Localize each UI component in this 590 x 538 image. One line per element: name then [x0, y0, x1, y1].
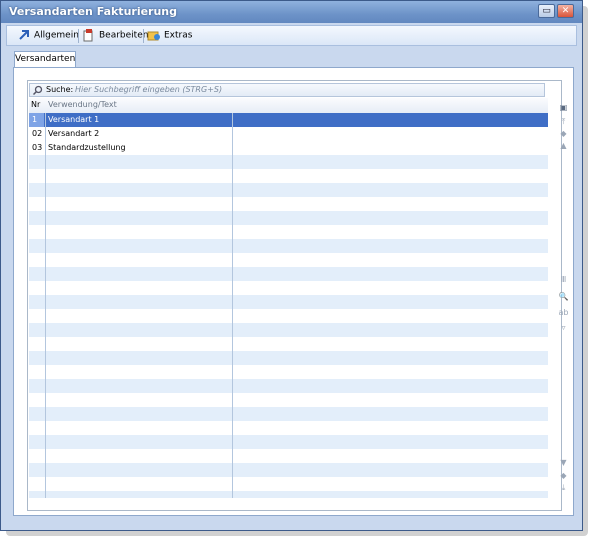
toolbar-separator [143, 29, 144, 43]
search-label: Suche: [46, 85, 74, 94]
search-icon [32, 85, 43, 96]
empty-table-row [29, 267, 548, 281]
close-button[interactable]: ✕ [557, 4, 574, 18]
empty-table-row [29, 407, 548, 421]
toolbar-separator [78, 29, 79, 43]
column-header-nr[interactable]: Nr [31, 100, 40, 109]
empty-table-row [29, 365, 548, 379]
empty-table-row [29, 183, 548, 197]
empty-table-row [29, 155, 548, 169]
status-bar [6, 518, 577, 528]
empty-table-row [29, 351, 548, 365]
empty-table-row [29, 239, 548, 253]
toolbar-extras-label: Extras [164, 30, 193, 41]
empty-table-row [29, 323, 548, 337]
empty-table-row [29, 421, 548, 435]
table-row[interactable]: 1 Versandart 1 [29, 113, 548, 127]
table-row[interactable]: 02 Versandart 2 [29, 127, 548, 141]
empty-table-row [29, 491, 548, 498]
extras-icon [147, 31, 160, 41]
search-bar[interactable]: Suche: Hier Suchbegriff eingeben (STRG+S… [29, 83, 545, 97]
grid-options-icon[interactable]: ▣ [558, 102, 569, 113]
empty-table-row [29, 281, 548, 295]
empty-table-row [29, 295, 548, 309]
restore-button[interactable]: ▭ [538, 4, 555, 18]
empty-table-row [29, 379, 548, 393]
next-page-icon[interactable]: ◆ [558, 470, 569, 481]
filter-icon[interactable]: ▿ [558, 322, 569, 333]
zoom-icon[interactable]: 🔍 [558, 291, 569, 302]
toolbar-allgemein-button[interactable]: Allgemein [17, 28, 79, 43]
toolbar-bearbeiten-label: Bearbeiten [99, 30, 149, 41]
grid-side-toolbar: ▣ ⤒ ◆ ▲ Ⅲ 🔍 ab ▿ ▼ ◆ ⤓ [558, 100, 570, 496]
column-header-text[interactable]: Verwendung/Text [48, 100, 117, 109]
cell-nr: 1 [29, 113, 44, 127]
tab-versandarten[interactable]: Versandarten [14, 51, 76, 68]
app-window: Versandarten Fakturierung ▭ ✕ Allgemein … [0, 0, 583, 531]
data-grid: Nr Verwendung/Text 1 Versandart 1 02 Ver… [29, 98, 548, 498]
empty-table-row [29, 477, 548, 491]
cell-nr: 03 [32, 143, 43, 152]
prev-row-icon[interactable]: ▲ [558, 140, 569, 151]
restore-icon: ▭ [542, 6, 551, 16]
close-icon: ✕ [561, 6, 570, 16]
cell-text: Versandart 1 [48, 115, 100, 124]
toolbar-allgemein-label: Allgemein [34, 30, 79, 41]
empty-table-row [29, 169, 548, 183]
window-title: Versandarten Fakturierung [9, 5, 178, 18]
toolbar: Allgemein Bearbeiten Extras [6, 25, 577, 46]
empty-table-row [29, 309, 548, 323]
empty-table-row [29, 463, 548, 477]
toolbar-bearbeiten-button[interactable]: Bearbeiten [82, 28, 148, 43]
empty-table-row [29, 435, 548, 449]
find-replace-icon[interactable]: ab [558, 307, 569, 318]
title-bar[interactable]: Versandarten Fakturierung ▭ ✕ [1, 1, 582, 23]
empty-table-row [29, 393, 548, 407]
prev-page-icon[interactable]: ◆ [558, 128, 569, 139]
column-divider [232, 113, 233, 498]
arrow-icon [19, 30, 29, 40]
empty-table-row [29, 211, 548, 225]
columns-icon[interactable]: Ⅲ [558, 274, 569, 285]
edit-icon [83, 29, 93, 42]
table-row[interactable]: 03 Standardzustellung [29, 141, 548, 155]
cell-text: Versandart 2 [48, 129, 100, 138]
cell-text: Standardzustellung [48, 143, 126, 152]
empty-table-row [29, 225, 548, 239]
next-row-icon[interactable]: ▼ [558, 457, 569, 468]
last-row-icon[interactable]: ⤓ [558, 482, 569, 493]
first-row-icon[interactable]: ⤒ [558, 116, 569, 127]
search-input[interactable]: Hier Suchbegriff eingeben (STRG+S) [75, 85, 222, 94]
grid-header: Nr Verwendung/Text [29, 98, 548, 114]
toolbar-extras-button[interactable]: Extras [147, 28, 192, 43]
empty-table-row [29, 253, 548, 267]
empty-table-row [29, 337, 548, 351]
cell-nr: 02 [32, 129, 43, 138]
tab-strip: Versandarten [6, 47, 577, 68]
column-divider [45, 113, 46, 498]
content-panel: Suche: Hier Suchbegriff eingeben (STRG+S… [13, 67, 574, 516]
empty-table-row [29, 449, 548, 463]
empty-table-row [29, 197, 548, 211]
